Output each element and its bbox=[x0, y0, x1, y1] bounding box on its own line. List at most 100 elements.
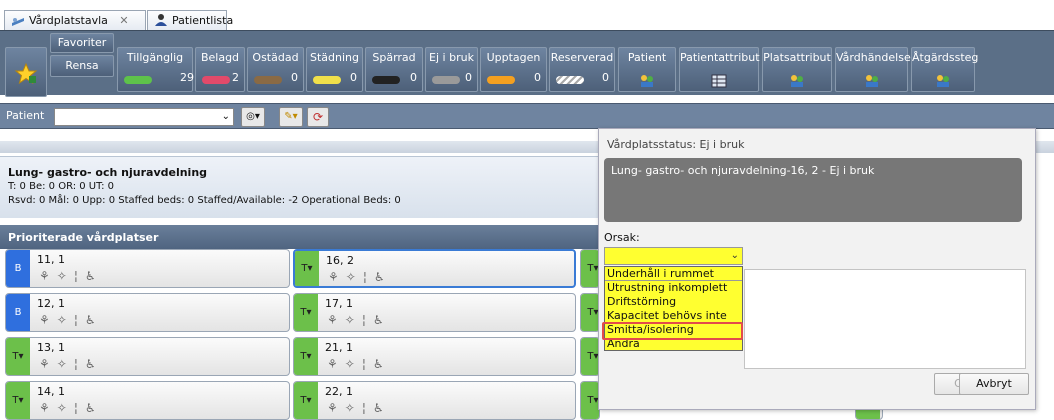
status-label: Upptagen bbox=[486, 51, 541, 64]
star-icon bbox=[14, 62, 38, 85]
filter-label: Åtgärdssteg bbox=[912, 51, 979, 64]
status-color-pill bbox=[124, 76, 152, 84]
filter-label: Patient bbox=[627, 51, 667, 64]
bed-status-badge[interactable]: B bbox=[6, 294, 30, 331]
bed-card[interactable]: T▾ bbox=[580, 249, 600, 288]
refresh-button[interactable]: ⟳ bbox=[307, 107, 329, 127]
status-count: 0 bbox=[350, 71, 357, 84]
reason-option[interactable]: Kapacitet behövs inte bbox=[605, 309, 742, 323]
tab-patientlista[interactable]: Patientlista bbox=[147, 10, 233, 30]
suction-icon: ✧ bbox=[345, 270, 356, 284]
status-color-pill bbox=[487, 76, 515, 84]
edit-options-button[interactable]: ✎▾ bbox=[279, 107, 303, 127]
grid-icon bbox=[711, 74, 727, 88]
status-label: Belagd bbox=[200, 51, 240, 64]
wheelchair-icon: ♿ bbox=[372, 401, 384, 415]
suction-icon: ✧ bbox=[56, 313, 67, 327]
status-count: 0 bbox=[465, 71, 472, 84]
reason-select[interactable]: ⌄ bbox=[604, 247, 743, 265]
bed-status-badge[interactable]: B bbox=[6, 250, 30, 287]
status-filter-button[interactable]: Upptagen 0 bbox=[480, 47, 547, 92]
oxygen-icon: ⚘ bbox=[328, 270, 339, 284]
people-icon bbox=[865, 75, 878, 87]
filter-button[interactable]: Platsattribut bbox=[762, 47, 832, 92]
patient-input[interactable]: ⌄ bbox=[54, 108, 234, 126]
status-filter-button[interactable]: Belagd 2 bbox=[195, 47, 245, 92]
bed-card[interactable]: T▾ bbox=[580, 381, 600, 420]
tab-label: Patientlista bbox=[172, 14, 234, 27]
status-count: 0 bbox=[410, 71, 417, 84]
department-name: Lung- gastro- och njuravdelning bbox=[8, 166, 208, 179]
reason-option[interactable]: Driftstörning bbox=[605, 295, 742, 309]
bed-card[interactable]: T▾ 22, 1 ⚘ ✧ ¦ ♿ bbox=[293, 381, 576, 420]
bed-icon bbox=[12, 18, 24, 26]
chevron-down-icon[interactable]: ⌄ bbox=[731, 250, 739, 261]
chevron-down-icon[interactable]: ⌄ bbox=[222, 111, 230, 122]
bed-icons: ⚘ ✧ ¦ ♿ bbox=[39, 357, 103, 371]
filter-button[interactable]: Åtgärdssteg bbox=[911, 47, 979, 92]
filter-button[interactable]: Patient bbox=[618, 47, 676, 92]
filter-button[interactable]: Patientattribut bbox=[679, 47, 760, 92]
oxygen-icon: ⚘ bbox=[327, 401, 338, 415]
tab-label: Vårdplatstavla bbox=[29, 14, 108, 27]
oxygen-icon: ⚘ bbox=[39, 313, 50, 327]
status-color-pill bbox=[556, 76, 584, 84]
info-icon: ¦ bbox=[361, 401, 366, 415]
bed-card[interactable]: T▾ bbox=[580, 293, 600, 332]
info-icon: ¦ bbox=[73, 269, 78, 283]
bed-icons: ⚘ ✧ ¦ ♿ bbox=[39, 313, 103, 327]
bed-card[interactable]: T▾ 14, 1 ⚘ ✧ ¦ ♿ bbox=[5, 381, 290, 420]
favorites-button[interactable]: Favoriter bbox=[50, 33, 114, 53]
dialog-info: Lung- gastro- och njuravdelning-16, 2 - … bbox=[604, 158, 1022, 222]
suction-icon: ✧ bbox=[344, 357, 355, 371]
bed-name: 11, 1 bbox=[37, 253, 65, 266]
reason-option[interactable]: Underhåll i rummet bbox=[605, 267, 742, 281]
bed-status-badge[interactable]: T▾ bbox=[6, 338, 30, 375]
status-filter-button[interactable]: Reserverad 0 bbox=[549, 47, 615, 92]
bed-status-badge[interactable]: T▾ bbox=[6, 382, 30, 419]
status-count: 0 bbox=[291, 71, 298, 84]
cancel-button[interactable]: Avbryt bbox=[959, 373, 1029, 395]
status-count: 2 bbox=[232, 71, 239, 84]
status-filter-button[interactable]: Tillgänglig 29 bbox=[117, 47, 194, 92]
status-color-pill bbox=[313, 76, 341, 84]
filter-button[interactable]: Vårdhändelse bbox=[835, 47, 911, 92]
comment-field[interactable] bbox=[744, 269, 1026, 369]
bed-card[interactable]: T▾ 13, 1 ⚘ ✧ ¦ ♿ bbox=[5, 337, 290, 376]
bed-status-badge[interactable]: T▾ bbox=[295, 251, 319, 286]
oxygen-icon: ⚘ bbox=[39, 357, 50, 371]
bed-card[interactable]: B 12, 1 ⚘ ✧ ¦ ♿ bbox=[5, 293, 290, 332]
status-filter-button[interactable]: Spärrad 0 bbox=[365, 47, 423, 92]
favorites-star-button[interactable] bbox=[5, 47, 47, 97]
tab-vardplatstavla[interactable]: Vårdplatstavla ✕ bbox=[4, 10, 146, 30]
bed-name: 22, 1 bbox=[325, 385, 353, 398]
selection-highlight bbox=[602, 322, 743, 340]
status-count: 0 bbox=[534, 71, 541, 84]
status-filter-button[interactable]: Ej i bruk 0 bbox=[425, 47, 478, 92]
bed-status-badge[interactable]: T▾ bbox=[294, 382, 318, 419]
status-filter-button[interactable]: Städning 0 bbox=[306, 47, 363, 92]
bed-card[interactable]: T▾ bbox=[580, 337, 600, 376]
bed-card[interactable]: T▾ 21, 1 ⚘ ✧ ¦ ♿ bbox=[293, 337, 576, 376]
status-label: Spärrad bbox=[372, 51, 416, 64]
close-icon[interactable]: ✕ bbox=[119, 14, 128, 27]
bed-status-badge[interactable]: T▾ bbox=[294, 294, 318, 331]
bed-card[interactable]: T▾ 16, 2 ⚘ ✧ ¦ ♿ bbox=[293, 249, 576, 288]
bed-card[interactable]: T▾ 17, 1 ⚘ ✧ ¦ ♿ bbox=[293, 293, 576, 332]
oxygen-icon: ⚘ bbox=[39, 401, 50, 415]
status-filter-button[interactable]: Ostädad 0 bbox=[247, 47, 304, 92]
status-color-pill bbox=[432, 76, 460, 84]
wheelchair-icon: ♿ bbox=[84, 357, 96, 371]
filter-label: Platsattribut bbox=[763, 51, 831, 64]
search-options-button[interactable]: ◎▾ bbox=[241, 107, 265, 127]
bed-icons: ⚘ ✧ ¦ ♿ bbox=[327, 401, 391, 415]
wheelchair-icon: ♿ bbox=[84, 401, 96, 415]
bed-card[interactable]: B 11, 1 ⚘ ✧ ¦ ♿ bbox=[5, 249, 290, 288]
wheelchair-icon: ♿ bbox=[372, 313, 384, 327]
bed-status-badge[interactable]: T▾ bbox=[294, 338, 318, 375]
bed-icons: ⚘ ✧ ¦ ♿ bbox=[327, 313, 391, 327]
clear-button[interactable]: Rensa bbox=[50, 55, 114, 77]
bed-name: 14, 1 bbox=[37, 385, 65, 398]
reason-option[interactable]: Utrustning inkomplett bbox=[605, 281, 742, 295]
status-color-pill bbox=[202, 76, 230, 84]
